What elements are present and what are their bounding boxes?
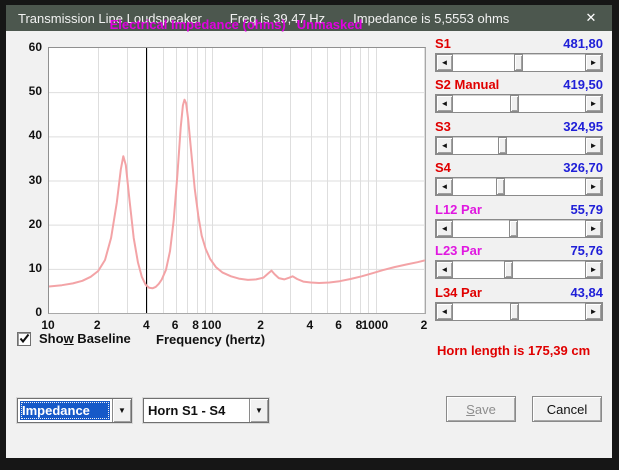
x-tick-label: 2 xyxy=(257,318,264,332)
chart-title-text: Electrical Impedance (ohms) xyxy=(110,17,286,32)
x-tick-label: 10 xyxy=(41,318,54,332)
x-tick-label: 6 xyxy=(172,318,179,332)
view-combobox[interactable]: Impedance ▼ xyxy=(17,398,132,423)
slider-s2[interactable]: ◄► xyxy=(435,94,603,113)
segment-combobox-value[interactable]: Horn S1 - S4 xyxy=(144,399,249,422)
impedance-curve-svg xyxy=(49,48,425,313)
show-baseline-checkbox[interactable] xyxy=(17,332,31,346)
x-tick-label: 4 xyxy=(143,318,150,332)
slider-label-l23: L23 Par xyxy=(435,243,482,258)
slider-row-s1: S1481,80 ◄► xyxy=(435,36,603,72)
left-arrow-icon[interactable]: ◄ xyxy=(436,303,453,320)
y-tick-label: 40 xyxy=(12,128,42,142)
slider-thumb[interactable] xyxy=(496,178,505,195)
slider-row-l12: L12 Par55,79 ◄► xyxy=(435,202,603,238)
right-arrow-icon[interactable]: ► xyxy=(585,261,602,278)
view-combobox-value[interactable]: Impedance xyxy=(20,401,110,420)
slider-thumb[interactable] xyxy=(514,54,523,71)
slider-row-s2: S2 Manual419,50 ◄► xyxy=(435,77,603,113)
slider-label-s4: S4 xyxy=(435,160,451,175)
x-tick-label: 2 xyxy=(94,318,101,332)
show-baseline-label: Show Baseline xyxy=(39,331,131,346)
cancel-button[interactable]: Cancel xyxy=(532,396,602,422)
slider-s3[interactable]: ◄► xyxy=(435,136,603,155)
slider-value-l34: 43,84 xyxy=(570,285,603,300)
dialog-frame: Transmission Line Loudspeaker Freq is 39… xyxy=(0,0,619,470)
left-arrow-icon[interactable]: ◄ xyxy=(436,261,453,278)
left-arrow-icon[interactable]: ◄ xyxy=(436,95,453,112)
y-tick-label: 20 xyxy=(12,217,42,231)
transmission-line-dialog: Transmission Line Loudspeaker Freq is 39… xyxy=(6,5,612,458)
close-icon[interactable]: ✕ xyxy=(576,5,606,31)
x-tick-label: 8 xyxy=(192,318,199,332)
slider-row-l23: L23 Par75,76 ◄► xyxy=(435,243,603,279)
masking-status: Unmasked xyxy=(297,17,363,32)
x-tick-label: 6 xyxy=(335,318,342,332)
show-baseline-row: Show Baseline xyxy=(17,331,131,346)
slider-label-s2: S2 Manual xyxy=(435,77,499,92)
horn-length-text: Horn length is 175,39 cm xyxy=(437,343,590,358)
x-axis-title: Frequency (hertz) xyxy=(156,332,265,347)
slider-l12[interactable]: ◄► xyxy=(435,219,603,238)
slider-value-l12: 55,79 xyxy=(570,202,603,217)
left-arrow-icon[interactable]: ◄ xyxy=(436,54,453,71)
slider-value-s3: 324,95 xyxy=(563,119,603,134)
slider-thumb[interactable] xyxy=(510,303,519,320)
y-tick-label: 10 xyxy=(12,261,42,275)
slider-thumb[interactable] xyxy=(509,220,518,237)
slider-label-s1: S1 xyxy=(435,36,451,51)
slider-s4[interactable]: ◄► xyxy=(435,177,603,196)
right-arrow-icon[interactable]: ► xyxy=(585,178,602,195)
chevron-down-icon[interactable]: ▼ xyxy=(112,399,131,422)
x-tick-label: 100 xyxy=(201,318,221,332)
slider-value-s4: 326,70 xyxy=(563,160,603,175)
slider-label-s3: S3 xyxy=(435,119,451,134)
y-tick-label: 60 xyxy=(12,40,42,54)
right-arrow-icon[interactable]: ► xyxy=(585,220,602,237)
slider-value-l23: 75,76 xyxy=(570,243,603,258)
slider-value-s1: 481,80 xyxy=(563,36,603,51)
right-arrow-icon[interactable]: ► xyxy=(585,137,602,154)
slider-row-s3: S3324,95 ◄► xyxy=(435,119,603,155)
left-arrow-icon[interactable]: ◄ xyxy=(436,178,453,195)
right-arrow-icon[interactable]: ► xyxy=(585,95,602,112)
checkmark-icon xyxy=(19,333,30,344)
slider-row-l34: L34 Par43,84 ◄► xyxy=(435,285,603,321)
y-tick-label: 30 xyxy=(12,173,42,187)
left-arrow-icon[interactable]: ◄ xyxy=(436,137,453,154)
x-tick-label: 1000 xyxy=(361,318,388,332)
left-arrow-icon[interactable]: ◄ xyxy=(436,220,453,237)
slider-s1[interactable]: ◄► xyxy=(435,53,603,72)
right-arrow-icon[interactable]: ► xyxy=(585,54,602,71)
y-tick-label: 0 xyxy=(12,305,42,319)
x-tick-label: 2 xyxy=(421,318,428,332)
x-tick-label: 4 xyxy=(306,318,313,332)
chevron-down-icon[interactable]: ▼ xyxy=(249,399,268,422)
slider-value-s2: 419,50 xyxy=(563,77,603,92)
y-tick-label: 50 xyxy=(12,84,42,98)
slider-l34[interactable]: ◄► xyxy=(435,302,603,321)
segment-combobox[interactable]: Horn S1 - S4 ▼ xyxy=(143,398,269,423)
slider-thumb[interactable] xyxy=(504,261,513,278)
slider-l23[interactable]: ◄► xyxy=(435,260,603,279)
slider-thumb[interactable] xyxy=(498,137,507,154)
save-button[interactable]: Save xyxy=(446,396,516,422)
right-arrow-icon[interactable]: ► xyxy=(585,303,602,320)
impedance-plot[interactable] xyxy=(48,47,426,314)
slider-label-l12: L12 Par xyxy=(435,202,482,217)
chart-title: Electrical Impedance (ohms) Unmasked xyxy=(48,17,424,32)
slider-row-s4: S4326,70 ◄► xyxy=(435,160,603,196)
slider-thumb[interactable] xyxy=(510,95,519,112)
slider-label-l34: L34 Par xyxy=(435,285,482,300)
